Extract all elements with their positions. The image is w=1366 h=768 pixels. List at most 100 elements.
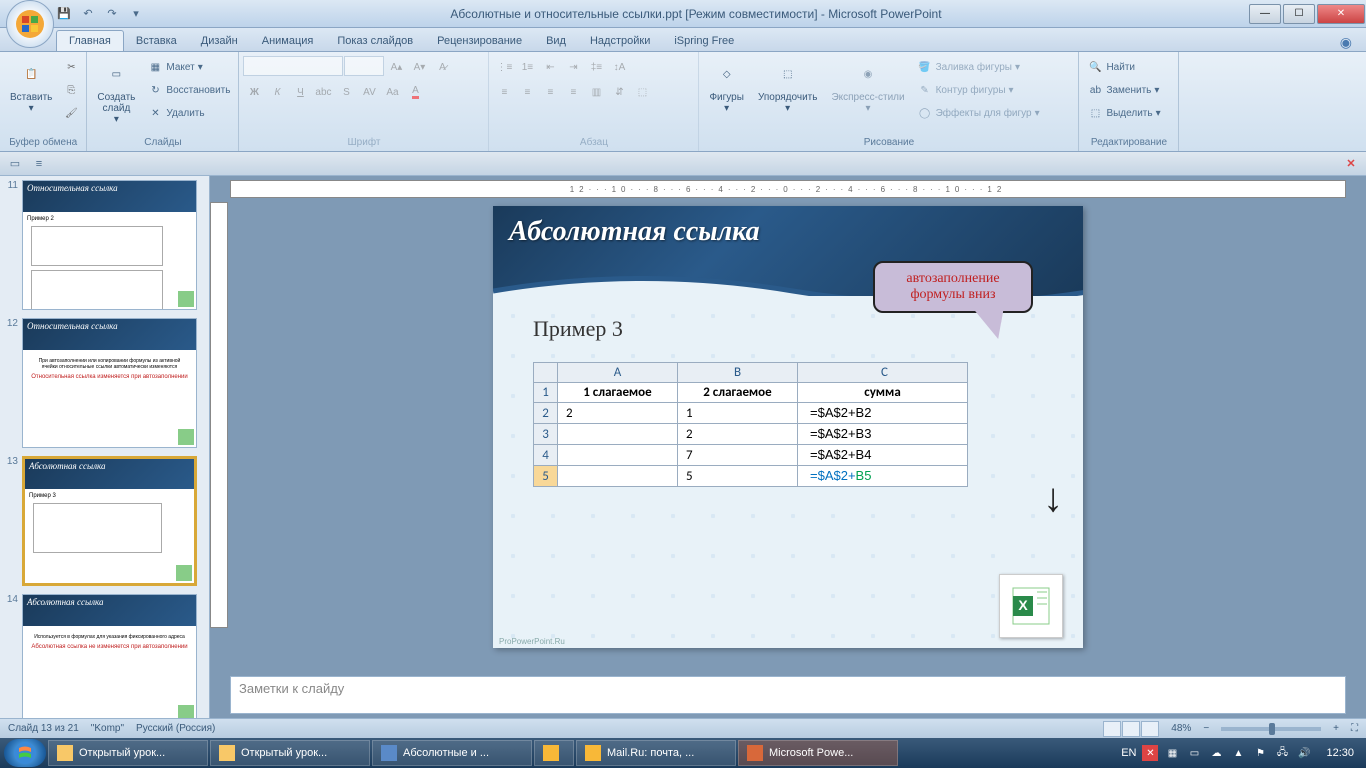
- paste-button[interactable]: 📋 Вставить▾: [4, 56, 58, 116]
- task-item-6[interactable]: Microsoft Powe...: [738, 740, 898, 766]
- shapes-button[interactable]: ◇Фигуры▾: [703, 56, 749, 116]
- zoom-out-button[interactable]: −: [1203, 723, 1209, 734]
- tab-design[interactable]: Дизайн: [189, 31, 250, 51]
- thumbnail-14[interactable]: 14 Абсолютная ссылкаИспользуется в форму…: [4, 594, 205, 718]
- columns-button[interactable]: ▥: [585, 81, 607, 103]
- slide-canvas-area[interactable]: Абсолютная ссылка автозаполнение формулы…: [210, 198, 1366, 672]
- tray-language[interactable]: EN: [1121, 747, 1136, 759]
- shape-effects-button[interactable]: ◯Эффекты для фигур ▾: [913, 102, 1044, 124]
- thumbnail-11[interactable]: 11 Относительная ссылкаПример 2: [4, 180, 205, 310]
- cut-button[interactable]: ✂: [60, 56, 82, 78]
- sorter-view-button[interactable]: [1122, 721, 1140, 737]
- tab-animation[interactable]: Анимация: [250, 31, 326, 51]
- font-family-input[interactable]: [243, 56, 343, 76]
- zoom-percent[interactable]: 48%: [1171, 723, 1191, 734]
- italic-button[interactable]: К: [266, 81, 288, 103]
- normal-view-button[interactable]: [1103, 721, 1121, 737]
- case-button[interactable]: Aa: [381, 81, 403, 103]
- shape-fill-button[interactable]: 🪣Заливка фигуры ▾: [913, 56, 1044, 78]
- tab-slideshow[interactable]: Показ слайдов: [325, 31, 425, 51]
- align-left-button[interactable]: ≡: [493, 81, 515, 103]
- replace-button[interactable]: abЗаменить ▾: [1083, 79, 1164, 101]
- reset-button[interactable]: ↻Восстановить: [143, 79, 234, 101]
- tray-icon[interactable]: ⚑: [1252, 745, 1268, 761]
- slides-tab-icon[interactable]: ▭: [6, 155, 24, 173]
- thumbnail-12[interactable]: 12 Относительная ссылкаПри автозаполнени…: [4, 318, 205, 448]
- zoom-in-button[interactable]: +: [1333, 723, 1339, 734]
- close-button[interactable]: ✕: [1317, 4, 1365, 24]
- tray-network-icon[interactable]: 🖧: [1274, 745, 1290, 761]
- tray-icon[interactable]: ✕: [1142, 745, 1158, 761]
- outdent-button[interactable]: ⇤: [539, 56, 561, 78]
- align-text-button[interactable]: ⇵: [608, 81, 630, 103]
- justify-button[interactable]: ≡: [562, 81, 584, 103]
- qat-dropdown-icon[interactable]: ▾: [128, 6, 144, 22]
- quick-styles-button[interactable]: ◉Экспресс-стили▾: [825, 56, 910, 116]
- tray-volume-icon[interactable]: 🔊: [1296, 745, 1312, 761]
- tab-home[interactable]: Главная: [56, 30, 124, 51]
- save-icon[interactable]: 💾: [56, 6, 72, 22]
- slide-title[interactable]: Абсолютная ссылка: [493, 206, 1083, 258]
- slide-thumbnail-panel[interactable]: 11 Относительная ссылкаПример 2 12 Относ…: [0, 176, 210, 718]
- indent-button[interactable]: ⇥: [562, 56, 584, 78]
- task-item-5[interactable]: Mail.Ru: почта, ...: [576, 740, 736, 766]
- tab-addins[interactable]: Надстройки: [578, 31, 662, 51]
- slide-canvas[interactable]: Абсолютная ссылка автозаполнение формулы…: [493, 206, 1083, 648]
- close-panel-button[interactable]: ✕: [1342, 155, 1360, 173]
- text-direction-button[interactable]: ↕A: [608, 56, 630, 78]
- excel-table[interactable]: ABC 11 слагаемое2 слагаемоесумма 221=$A$…: [533, 362, 968, 487]
- find-button[interactable]: 🔍Найти: [1083, 56, 1164, 78]
- bullets-button[interactable]: ⋮≡: [493, 56, 515, 78]
- undo-icon[interactable]: ↶: [80, 6, 96, 22]
- tray-clock[interactable]: 12:30: [1318, 747, 1362, 759]
- shadow-button[interactable]: S: [335, 81, 357, 103]
- new-slide-button[interactable]: ▭ Создать слайд▾: [91, 56, 141, 127]
- font-color-button[interactable]: A: [404, 81, 426, 103]
- tray-icon[interactable]: ▭: [1186, 745, 1202, 761]
- line-spacing-button[interactable]: ‡≡: [585, 56, 607, 78]
- underline-button[interactable]: Ч: [289, 81, 311, 103]
- thumbnail-13[interactable]: 13 Абсолютная ссылкаПример 3: [4, 456, 205, 586]
- font-size-input[interactable]: [344, 56, 384, 76]
- outline-tab-icon[interactable]: ≡: [30, 155, 48, 173]
- task-item-3[interactable]: Абсолютные и ...: [372, 740, 532, 766]
- align-right-button[interactable]: ≡: [539, 81, 561, 103]
- bold-button[interactable]: Ж: [243, 81, 265, 103]
- status-language[interactable]: Русский (Россия): [136, 723, 215, 734]
- smartart-button[interactable]: ⬚: [631, 81, 653, 103]
- strike-button[interactable]: abc: [312, 81, 334, 103]
- decrease-font-button[interactable]: A▾: [408, 56, 430, 78]
- delete-button[interactable]: ✕Удалить: [143, 102, 234, 124]
- tray-icon[interactable]: ☁: [1208, 745, 1224, 761]
- clear-format-button[interactable]: A̷: [431, 56, 453, 78]
- slideshow-view-button[interactable]: [1141, 721, 1159, 737]
- callout-box[interactable]: автозаполнение формулы вниз: [873, 261, 1033, 313]
- numbering-button[interactable]: 1≡: [516, 56, 538, 78]
- align-center-button[interactable]: ≡: [516, 81, 538, 103]
- task-item-2[interactable]: Открытый урок...: [210, 740, 370, 766]
- help-button[interactable]: ◉: [1334, 34, 1358, 51]
- redo-icon[interactable]: ↷: [104, 6, 120, 22]
- layout-button[interactable]: ▦Макет ▾: [143, 56, 234, 78]
- task-item-1[interactable]: Открытый урок...: [48, 740, 208, 766]
- increase-font-button[interactable]: A▴: [385, 56, 407, 78]
- zoom-slider[interactable]: [1221, 727, 1321, 731]
- tab-insert[interactable]: Вставка: [124, 31, 189, 51]
- spacing-button[interactable]: AV: [358, 81, 380, 103]
- minimize-button[interactable]: —: [1249, 4, 1281, 24]
- office-button[interactable]: [6, 0, 54, 48]
- tab-ispring[interactable]: iSpring Free: [662, 31, 746, 51]
- fit-button[interactable]: ⛶: [1351, 723, 1358, 734]
- start-button[interactable]: [4, 739, 46, 767]
- tray-icon[interactable]: ▲: [1230, 745, 1246, 761]
- notes-pane[interactable]: Заметки к слайду: [230, 676, 1346, 714]
- tab-view[interactable]: Вид: [534, 31, 578, 51]
- select-button[interactable]: ⬚Выделить ▾: [1083, 102, 1164, 124]
- arrange-button[interactable]: ⬚Упорядочить▾: [752, 56, 824, 116]
- shape-outline-button[interactable]: ✎Контур фигуры ▾: [913, 79, 1044, 101]
- format-painter-button[interactable]: 🖌: [60, 102, 82, 124]
- copy-button[interactable]: ⎘: [60, 79, 82, 101]
- task-item-4[interactable]: [534, 740, 574, 766]
- maximize-button[interactable]: ☐: [1283, 4, 1315, 24]
- tray-icon[interactable]: ▦: [1164, 745, 1180, 761]
